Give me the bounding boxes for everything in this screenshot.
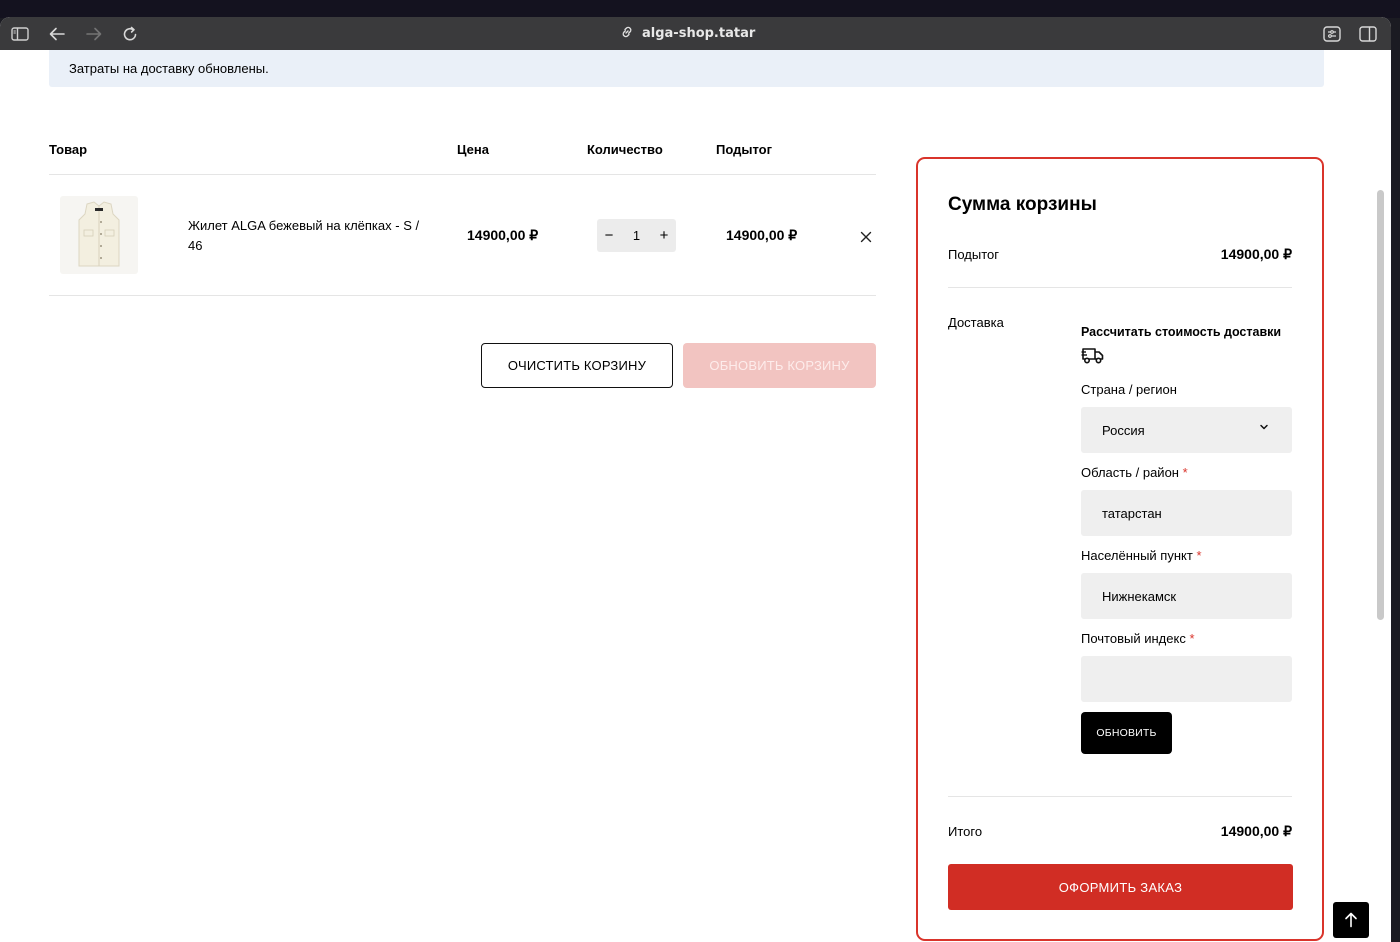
city-input[interactable]: Нижнекамск [1081,573,1292,619]
split-view-icon[interactable] [1357,23,1379,45]
quantity-input[interactable]: 1 [621,228,652,243]
top-strip [0,0,1400,18]
header-quantity: Количество [587,142,663,157]
truck-icon[interactable] [1081,345,1105,365]
country-label: Страна / регион [1081,382,1177,397]
product-price: 14900,00 ₽ [467,227,539,243]
sidebar-icon[interactable] [9,23,31,45]
table-divider [49,295,876,296]
cart-page: Затраты на доставку обновлены. Товар Цен… [0,50,1391,942]
postcode-label: Почтовый индекс * [1081,631,1195,646]
totals-divider [948,796,1292,797]
table-divider [49,174,876,175]
cart-totals-panel: Сумма корзины Подытог 14900,00 ₽ Доставк… [916,157,1324,941]
arrow-up-icon[interactable] [1333,902,1369,938]
header-product: Товар [49,142,88,157]
reload-icon[interactable] [119,23,141,45]
required-mark: * [1189,631,1195,646]
page-scrollbar[interactable] [1377,190,1384,620]
increase-quantity-button[interactable]: + [652,227,676,244]
forward-arrow-icon[interactable] [83,23,105,45]
header-subtotal: Подытог [716,142,773,157]
city-value: Нижнекамск [1102,589,1177,604]
link-icon [620,25,634,43]
cart-totals-title: Сумма корзины [948,194,1097,215]
update-shipping-button[interactable]: ОБНОВИТЬ [1081,712,1172,754]
update-cart-button[interactable]: ОБНОВИТЬ КОРЗИНУ [683,343,876,388]
region-label: Область / район * [1081,465,1188,480]
close-icon[interactable] [857,228,875,246]
product-name[interactable]: Жилет ALGA бежевый на клёпках - S / 46 [188,216,423,256]
country-value: Россия [1102,423,1145,438]
product-subtotal: 14900,00 ₽ [726,227,798,243]
city-label: Населённый пункт * [1081,548,1202,563]
subtotal-label: Подытог [948,247,999,262]
shipping-updated-notice: Затраты на доставку обновлены. [49,50,1324,87]
shipping-label: Доставка [948,315,1004,330]
quantity-stepper[interactable]: − 1 + [597,219,676,252]
notice-text: Затраты на доставку обновлены. [69,61,269,76]
country-select[interactable]: Россия [1081,407,1292,453]
subtotal-value: 14900,00 ₽ [1220,246,1292,262]
calculate-shipping-link[interactable]: Рассчитать стоимость доставки [1081,325,1281,339]
checkout-button[interactable]: ОФОРМИТЬ ЗАКАЗ [948,864,1293,910]
totals-divider [948,287,1292,288]
reader-icon[interactable] [1321,23,1343,45]
region-value: татарстан [1102,506,1162,521]
required-mark: * [1196,548,1202,563]
required-mark: * [1182,465,1188,480]
back-arrow-icon[interactable] [46,23,68,45]
postcode-input[interactable] [1081,656,1292,702]
url-text: alga-shop.tatar [642,26,756,41]
chevron-down-icon [1258,421,1270,433]
clear-cart-button[interactable]: ОЧИСТИТЬ КОРЗИНУ [481,343,673,388]
product-image[interactable] [60,196,138,274]
decrease-quantity-button[interactable]: − [597,227,621,244]
address-bar[interactable]: alga-shop.tatar [620,17,755,50]
total-value: 14900,00 ₽ [1220,823,1292,839]
region-input[interactable]: татарстан [1081,490,1292,536]
total-label: Итого [948,824,983,839]
browser-toolbar: alga-shop.tatar [0,17,1391,50]
browser-window: alga-shop.tatar Затраты на доставку обно… [0,17,1391,942]
header-price: Цена [457,142,489,157]
